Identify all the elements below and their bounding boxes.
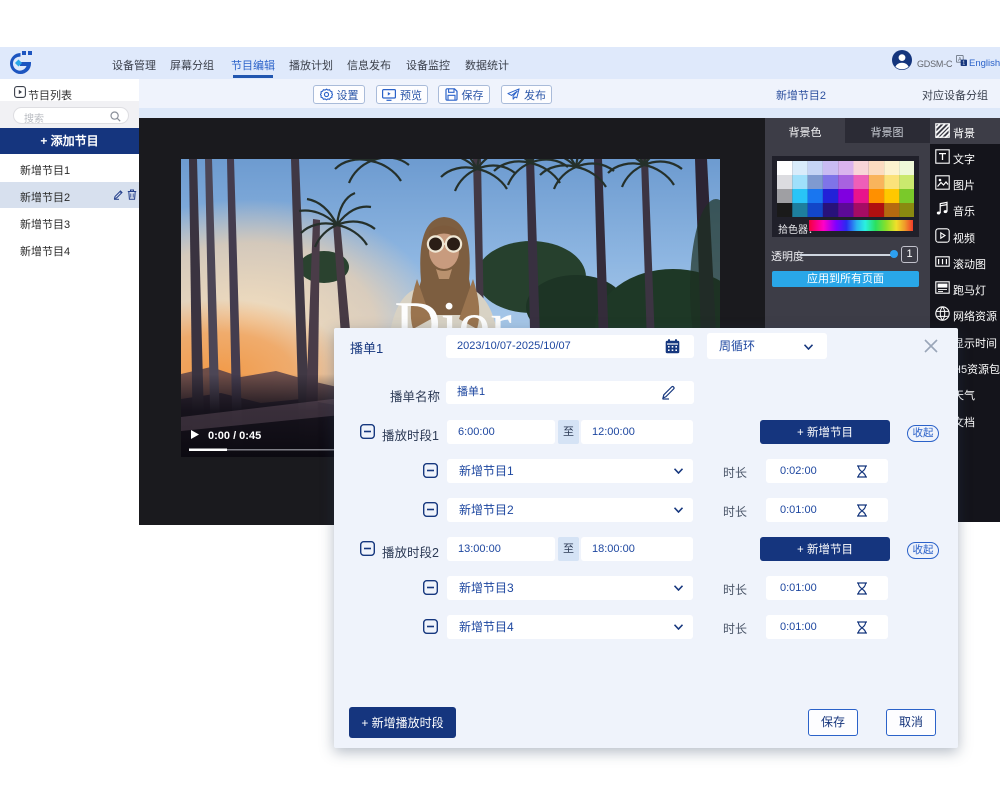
- svg-text:1: 1: [962, 61, 965, 66]
- svg-text:0:00 / 0:45: 0:00 / 0:45: [208, 430, 261, 442]
